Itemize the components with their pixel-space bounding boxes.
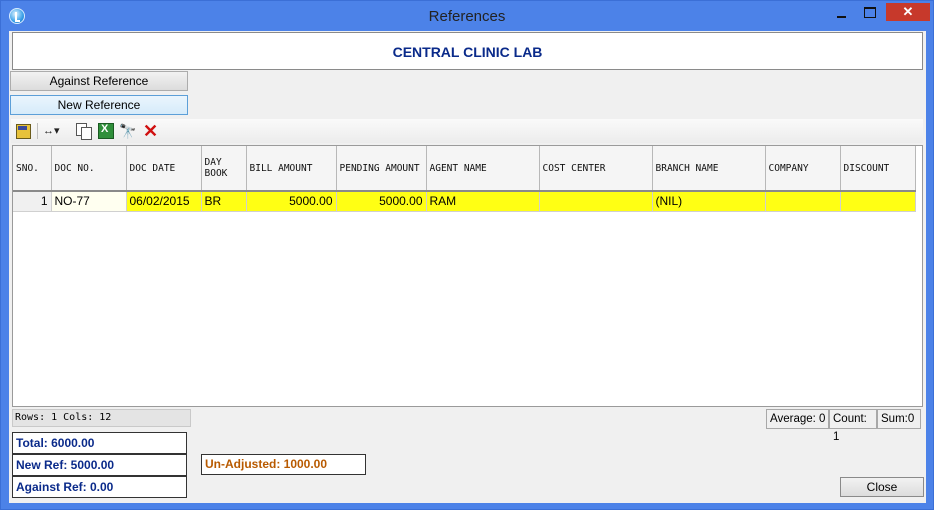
- cell-company[interactable]: [765, 191, 841, 212]
- column-header[interactable]: COST CENTER: [539, 146, 653, 192]
- cell-day-book[interactable]: BR: [201, 191, 247, 212]
- against-ref-label: Against Ref: 0.00: [12, 476, 187, 498]
- references-grid[interactable]: SNO. DOC NO. DOC DATE DAY BOOK BILL AMOU…: [12, 145, 923, 407]
- toolbar-separator: [37, 123, 38, 139]
- cell-doc-date[interactable]: 06/02/2015: [126, 191, 202, 212]
- close-window-button[interactable]: ✕: [886, 3, 930, 21]
- client-area: CENTRAL CLINIC LAB Against Reference New…: [9, 31, 926, 503]
- average-status: Average: 0: [766, 409, 829, 429]
- column-header[interactable]: DAY BOOK: [201, 146, 247, 192]
- references-table: SNO. DOC NO. DOC DATE DAY BOOK BILL AMOU…: [13, 146, 916, 212]
- grid-toolbar: ↔▾ 🔭 ✕: [11, 119, 923, 143]
- unadjusted-label: Un-Adjusted: 1000.00: [201, 454, 366, 475]
- new-reference-button[interactable]: New Reference: [10, 95, 188, 115]
- header-panel: CENTRAL CLINIC LAB: [12, 32, 923, 70]
- column-header[interactable]: AGENT NAME: [426, 146, 540, 192]
- grid-header-row: SNO. DOC NO. DOC DATE DAY BOOK BILL AMOU…: [13, 146, 916, 192]
- window-title: References: [428, 8, 506, 25]
- column-header[interactable]: DISCOUNT: [840, 146, 916, 192]
- cell-bill-amount[interactable]: 5000.00: [246, 191, 337, 212]
- cell-doc-no[interactable]: NO-77: [51, 191, 127, 212]
- binoculars-find-icon[interactable]: 🔭: [119, 122, 137, 140]
- column-header[interactable]: DOC DATE: [126, 146, 202, 192]
- database-icon[interactable]: [15, 122, 31, 140]
- copy-icon[interactable]: [75, 122, 92, 140]
- title-bar[interactable]: References ✕: [1, 1, 933, 31]
- cell-branch-name[interactable]: (NIL): [652, 191, 766, 212]
- maximize-button[interactable]: [857, 5, 883, 25]
- references-window: References ✕ CENTRAL CLINIC LAB Against …: [0, 0, 934, 510]
- cell-cost-center[interactable]: [539, 191, 653, 212]
- cell-discount[interactable]: [840, 191, 916, 212]
- new-ref-label: New Ref: 5000.00: [12, 454, 187, 476]
- against-reference-button[interactable]: Against Reference: [10, 71, 188, 91]
- minimize-button[interactable]: [827, 5, 857, 25]
- column-header[interactable]: SNO.: [13, 146, 52, 192]
- column-header[interactable]: DOC NO.: [51, 146, 127, 192]
- column-header[interactable]: BILL AMOUNT: [246, 146, 337, 192]
- cell-agent-name[interactable]: RAM: [426, 191, 540, 212]
- count-status: Count: 1: [829, 409, 877, 443]
- company-title: CENTRAL CLINIC LAB: [392, 44, 543, 60]
- grid-status-bar: Rows: 1 Cols: 12 Average: 0 Count: 1 Sum…: [12, 408, 923, 443]
- close-button[interactable]: Close: [840, 477, 924, 497]
- column-header[interactable]: PENDING AMOUNT: [336, 146, 427, 192]
- sum-status: Sum:0: [877, 409, 921, 429]
- excel-export-icon[interactable]: [97, 122, 114, 140]
- column-header[interactable]: COMPANY: [765, 146, 841, 192]
- column-resize-icon[interactable]: ↔▾: [43, 122, 71, 140]
- delete-x-icon[interactable]: ✕: [143, 122, 159, 140]
- cell-pending-amount[interactable]: 5000.00: [336, 191, 427, 212]
- cell-sno[interactable]: 1: [13, 191, 52, 212]
- total-label: Total: 6000.00: [12, 432, 187, 454]
- rows-cols-status: Rows: 1 Cols: 12: [12, 409, 191, 427]
- column-header[interactable]: BRANCH NAME: [652, 146, 766, 192]
- table-row[interactable]: 1 NO-77 06/02/2015 BR 5000.00 5000.00 RA…: [13, 191, 916, 212]
